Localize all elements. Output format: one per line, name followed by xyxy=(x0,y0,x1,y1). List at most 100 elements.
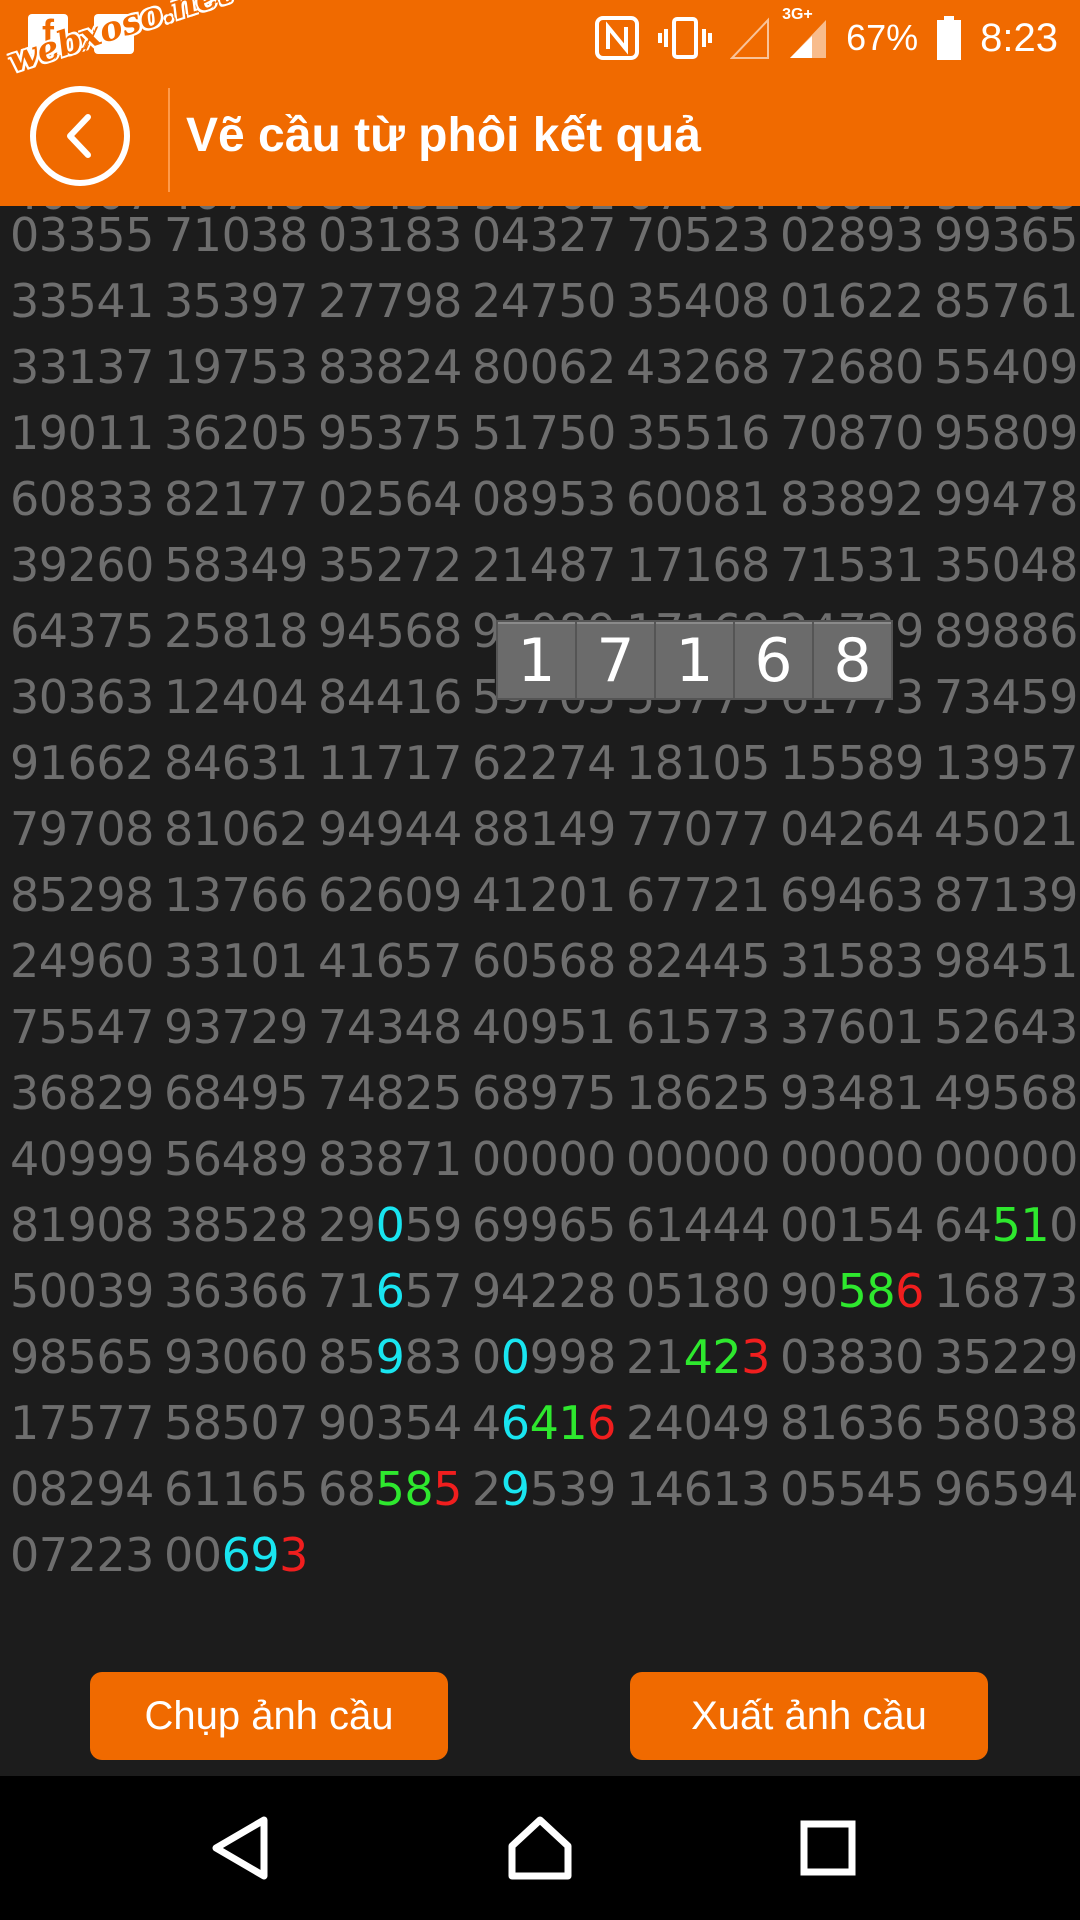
number-cell: 00000 xyxy=(934,1132,1078,1186)
watermark: webxoso.net xyxy=(3,0,238,81)
number-cell: 87139 xyxy=(934,868,1078,922)
number-cell: 14613 xyxy=(626,1462,770,1516)
home-icon[interactable] xyxy=(504,1812,576,1884)
number-cell: 60833 xyxy=(10,472,154,526)
number-cell: 68585 xyxy=(318,1462,462,1516)
number-cell: 01622 xyxy=(780,274,924,328)
battery-percent: 67% xyxy=(846,17,919,58)
number-cell: 91662 xyxy=(10,736,154,790)
number-cell: 03183 xyxy=(318,208,462,262)
number-cell: 25818 xyxy=(164,604,308,658)
number-cell: 00000 xyxy=(780,1132,924,1186)
grid-row: 50039 36366 71657 94228 05180 90586 16873 xyxy=(0,1264,1080,1330)
number-cell: 85983 xyxy=(318,1330,462,1384)
number-cell: 18105 xyxy=(626,736,770,790)
number-cell: 15589 xyxy=(780,736,924,790)
number-cell: 99365 xyxy=(934,208,1078,262)
number-cell: 33541 xyxy=(10,274,154,328)
number-cell: 98565 xyxy=(10,1330,154,1384)
number-cell: 43268 xyxy=(626,340,770,394)
number-cell: 85761 xyxy=(934,274,1078,328)
number-cell: 17168 xyxy=(626,538,770,592)
number-cell: 98451 xyxy=(934,934,1078,988)
number-cell: 58507 xyxy=(164,1396,308,1450)
number-cell: 90354 xyxy=(318,1396,462,1450)
number-cell: 24960 xyxy=(10,934,154,988)
triangle-back-icon[interactable] xyxy=(206,1812,278,1884)
number-cell: 94228 xyxy=(472,1264,616,1318)
grid-row: 36829 68495 74825 68975 18625 93481 49568 xyxy=(0,1066,1080,1132)
number-cell: 00000 xyxy=(472,1132,616,1186)
number-cell: 46416 xyxy=(472,1396,616,1450)
number-cell: 29539 xyxy=(472,1462,616,1516)
grid-row: 75547 93729 74348 40951 61573 37601 52643 xyxy=(0,1000,1080,1066)
number-cell: 51750 xyxy=(472,406,616,460)
grid-row: 79708 81062 94944 88149 77077 04264 45021 xyxy=(0,802,1080,868)
nfc-icon xyxy=(595,16,640,60)
number-cell: 19753 xyxy=(164,340,308,394)
number-cell: 38528 xyxy=(164,1198,308,1252)
number-cell: 13957 xyxy=(934,736,1078,790)
digit-picker[interactable]: 1 7 1 6 8 xyxy=(496,620,893,700)
picker-digit[interactable]: 1 xyxy=(656,622,733,698)
picker-digit[interactable]: 1 xyxy=(498,622,575,698)
number-cell: 49568 xyxy=(934,1066,1078,1120)
number-cell: 74348 xyxy=(318,1000,462,1054)
number-cell: 84631 xyxy=(164,736,308,790)
number-cell: 50039 xyxy=(10,1264,154,1318)
grid-row: 60833 82177 02564 08953 60081 83892 99478 xyxy=(0,472,1080,538)
grid-row: 91662 84631 11717 62274 18105 15589 13957 xyxy=(0,736,1080,802)
picker-digit[interactable]: 7 xyxy=(577,622,654,698)
number-cell: 11717 xyxy=(318,736,462,790)
number-cell: 30363 xyxy=(10,670,154,724)
number-cell: 33101 xyxy=(164,934,308,988)
number-cell: 36205 xyxy=(164,406,308,460)
number-cell: 81062 xyxy=(164,802,308,856)
number-cell: 05180 xyxy=(626,1264,770,1318)
number-cell: 69463 xyxy=(780,868,924,922)
vibrate-icon xyxy=(658,17,713,59)
number-cell: 00693 xyxy=(164,1528,308,1582)
number-cell: 58349 xyxy=(164,538,308,592)
number-cell: 00998 xyxy=(472,1330,616,1384)
status-bar: f webxoso.net 3G+ 67% 8:23 xyxy=(0,0,1080,81)
number-cell: 62274 xyxy=(472,736,616,790)
number-cell: 40999 xyxy=(10,1132,154,1186)
grid-row: 08294 61165 68585 29539 14613 05545 96594 xyxy=(0,1462,1080,1528)
grid-row: 40999 56489 83871 00000 00000 00000 00000 xyxy=(0,1132,1080,1198)
number-cell: 36366 xyxy=(164,1264,308,1318)
number-cell: 81908 xyxy=(10,1198,154,1252)
number-cell: 02564 xyxy=(318,472,462,526)
number-cell: 37601 xyxy=(780,1000,924,1054)
picker-digit[interactable]: 8 xyxy=(814,622,891,698)
grid-row: 85298 13766 62609 41201 67721 69463 87139 xyxy=(0,868,1080,934)
export-button[interactable]: Xuất ảnh cầu xyxy=(630,1672,988,1760)
number-cell: 56489 xyxy=(164,1132,308,1186)
number-cell: 93729 xyxy=(164,1000,308,1054)
number-cell: 13766 xyxy=(164,868,308,922)
square-recents-icon[interactable] xyxy=(792,1812,864,1884)
capture-button[interactable]: Chụp ảnh cầu xyxy=(90,1672,448,1760)
grid-row: 33137 19753 83824 80062 43268 72680 55409 xyxy=(0,340,1080,406)
number-cell: 04264 xyxy=(780,802,924,856)
number-cell: 21487 xyxy=(472,538,616,592)
number-cell: 81636 xyxy=(780,1396,924,1450)
grid-row: 24960 33101 41657 60568 82445 31583 98451 xyxy=(0,934,1080,1000)
number-cell: 58038 xyxy=(934,1396,1078,1450)
status-system-icons: 3G+ 67% 8:23 xyxy=(594,6,1058,66)
picker-digit[interactable]: 6 xyxy=(735,622,812,698)
signal-3g-indicator: 3G+ xyxy=(782,6,828,60)
number-cell: 02893 xyxy=(780,208,924,262)
number-cell: 90586 xyxy=(780,1264,924,1318)
number-cell: 93481 xyxy=(780,1066,924,1120)
grid-row: 39260 58349 35272 21487 17168 71531 35048 xyxy=(0,538,1080,604)
number-cell: 41201 xyxy=(472,868,616,922)
grid-row: 07223 00693 xyxy=(0,1528,1080,1594)
number-cell: 19011 xyxy=(10,406,154,460)
number-cell: 72680 xyxy=(780,340,924,394)
number-cell: 24049 xyxy=(626,1396,770,1450)
number-cell: 71657 xyxy=(318,1264,462,1318)
number-cell: 77077 xyxy=(626,802,770,856)
back-button[interactable] xyxy=(30,86,130,186)
number-cell: 03830 xyxy=(780,1330,924,1384)
